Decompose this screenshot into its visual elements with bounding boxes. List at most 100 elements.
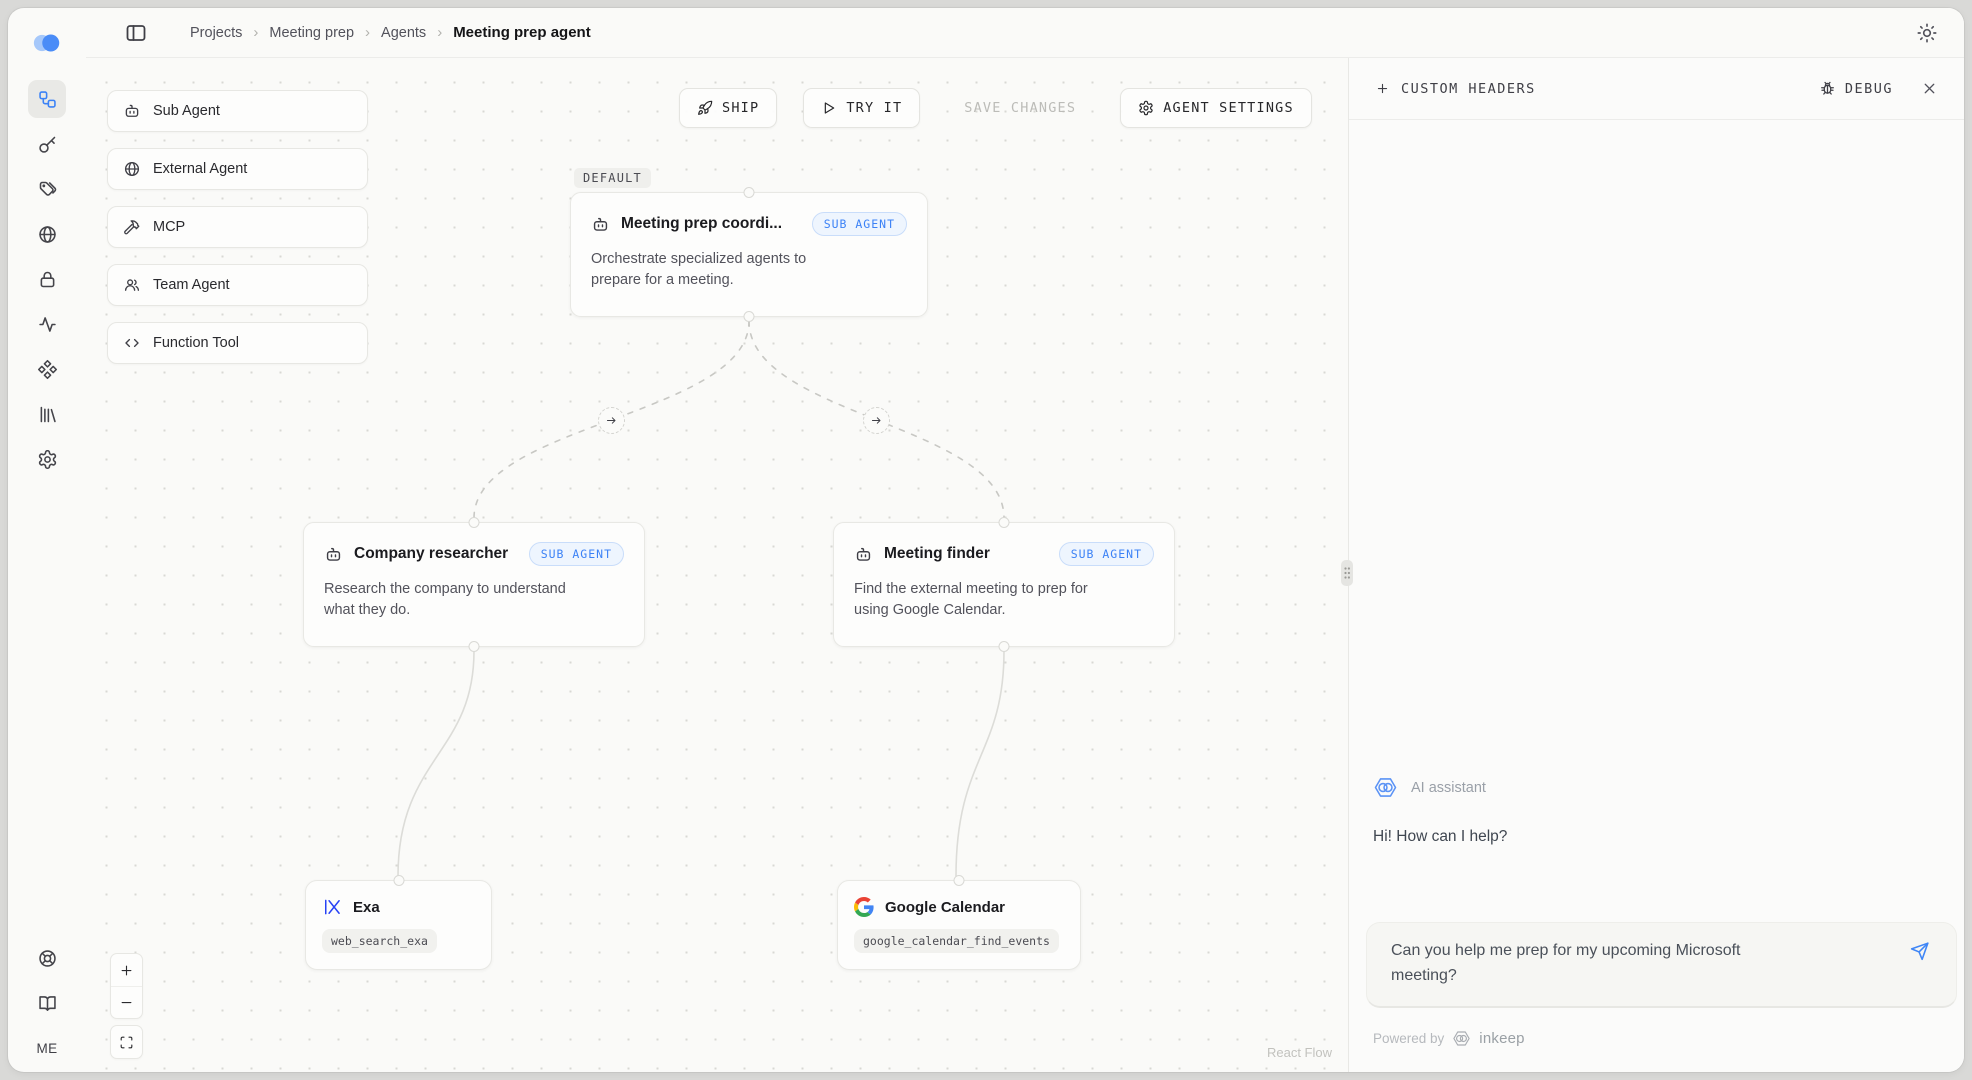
sun-icon	[1916, 22, 1938, 44]
sidebar-item-tags[interactable]	[28, 170, 66, 208]
palette-item-label: MCP	[153, 219, 185, 235]
node-handle[interactable]	[393, 875, 404, 886]
assistant-identity: AI assistant	[1373, 775, 1486, 800]
gear-icon	[1138, 100, 1154, 116]
sidebar-item-docs[interactable]	[28, 984, 66, 1022]
node-handle[interactable]	[469, 641, 480, 652]
send-message-button[interactable]	[1909, 941, 1930, 962]
try-it-button-label: TRY IT	[846, 100, 902, 116]
plus-icon	[1375, 81, 1390, 96]
breadcrumb-meeting-prep[interactable]: Meeting prep	[269, 25, 354, 41]
palette-item-sub-agent[interactable]: Sub Agent	[107, 90, 368, 132]
panel-left-icon	[124, 21, 148, 45]
try-it-button[interactable]: TRY IT	[803, 88, 920, 128]
ship-button[interactable]: SHIP	[679, 88, 777, 128]
sidebar-item-settings[interactable]	[28, 440, 66, 478]
panel-left-toggle[interactable]	[124, 21, 148, 45]
ship-button-label: SHIP	[722, 100, 759, 116]
palette-item-label: External Agent	[153, 161, 247, 177]
sidebar-item-graph[interactable]	[28, 80, 66, 118]
node-palette: Sub Agent External Agent MCP Team Agent	[107, 90, 368, 364]
react-flow-attribution[interactable]: React Flow	[1267, 1045, 1332, 1060]
agent-settings-button[interactable]: AGENT SETTINGS	[1120, 88, 1312, 128]
chat-area: AI assistant Hi! How can I help? Can you…	[1349, 120, 1964, 1072]
palette-item-team-agent[interactable]: Team Agent	[107, 264, 368, 306]
node-handle[interactable]	[999, 641, 1010, 652]
node-title: Company researcher	[354, 545, 518, 563]
agent-settings-button-label: AGENT SETTINGS	[1163, 100, 1294, 116]
node-tool-google-calendar[interactable]: Google Calendar google_calendar_find_eve…	[837, 880, 1081, 970]
assistant-panel-header: CUSTOM HEADERS DEBUG	[1349, 58, 1964, 120]
node-handle[interactable]	[469, 517, 480, 528]
bot-icon	[123, 102, 141, 120]
book-open-icon	[37, 993, 58, 1014]
debug-label: DEBUG	[1845, 81, 1893, 97]
node-handle[interactable]	[744, 187, 755, 198]
close-panel-button[interactable]	[1921, 80, 1938, 97]
bug-icon	[1819, 80, 1836, 97]
zoom-in-button[interactable]	[111, 954, 142, 986]
default-agent-tag: DEFAULT	[574, 168, 651, 188]
minus-icon	[119, 995, 134, 1010]
node-title: Meeting prep coordi...	[621, 215, 801, 233]
sidebar-item-library[interactable]	[28, 395, 66, 433]
debug-button[interactable]: DEBUG	[1819, 80, 1893, 97]
sidebar-item-help[interactable]	[28, 939, 66, 977]
component-icon	[37, 359, 58, 380]
sidebar-item-activity[interactable]	[28, 305, 66, 343]
node-handle[interactable]	[954, 875, 965, 886]
plus-icon	[119, 963, 134, 978]
node-description: Research the company to understand what …	[324, 579, 588, 621]
node-handle[interactable]	[999, 517, 1010, 528]
flow-canvas[interactable]: Sub Agent External Agent MCP Team Agent	[86, 58, 1348, 1072]
palette-item-external-agent[interactable]: External Agent	[107, 148, 368, 190]
breadcrumb-current-page: Meeting prep agent	[453, 24, 591, 41]
breadcrumb-separator: ›	[253, 24, 258, 41]
bot-icon	[324, 545, 343, 564]
powered-by-label: Powered by	[1373, 1031, 1444, 1046]
custom-headers-label: CUSTOM HEADERS	[1401, 81, 1536, 97]
inkeep-logo-icon	[1452, 1029, 1471, 1048]
chat-input-text[interactable]: Can you help me prep for my upcoming Mic…	[1391, 939, 1801, 989]
fit-view-icon	[119, 1035, 134, 1050]
node-company-researcher[interactable]: Company researcher SUB AGENT Research th…	[303, 522, 645, 647]
theme-toggle-button[interactable]	[1916, 22, 1938, 44]
google-logo	[854, 897, 874, 917]
hammer-icon	[123, 218, 141, 236]
fit-view-button[interactable]	[111, 1026, 142, 1058]
exa-logo	[322, 897, 342, 917]
sidebar-item-keys[interactable]	[28, 125, 66, 163]
node-meeting-finder[interactable]: Meeting finder SUB AGENT Find the extern…	[833, 522, 1175, 647]
sidebar-item-external[interactable]	[28, 215, 66, 253]
node-tool-exa[interactable]: Exa web_search_exa	[305, 880, 492, 970]
main-area: Projects › Meeting prep › Agents › Meeti…	[86, 8, 1964, 1072]
assistant-panel: CUSTOM HEADERS DEBUG	[1348, 58, 1964, 1072]
sub-agent-badge: SUB AGENT	[529, 542, 624, 566]
node-handle[interactable]	[744, 311, 755, 322]
custom-headers-button[interactable]: CUSTOM HEADERS	[1375, 81, 1536, 97]
powered-by-footer[interactable]: Powered by inkeep	[1373, 1029, 1525, 1048]
palette-item-function-tool[interactable]: Function Tool	[107, 322, 368, 364]
tool-title: Google Calendar	[885, 899, 1005, 916]
node-meeting-prep-coordinator[interactable]: DEFAULT Meeting prep coordi... SUB AGENT…	[570, 192, 928, 317]
breadcrumb-projects[interactable]: Projects	[190, 25, 242, 41]
agent-builder-window: ME Projects › Meeting prep › Agents › Me…	[8, 8, 1964, 1072]
bot-icon	[854, 545, 873, 564]
save-changes-button-label: SAVE CHANGES	[964, 100, 1076, 116]
play-icon	[821, 100, 837, 116]
save-changes-button[interactable]: SAVE CHANGES	[946, 88, 1094, 128]
panel-resize-handle[interactable]	[1341, 560, 1353, 586]
arrow-right-icon	[605, 414, 618, 427]
user-avatar[interactable]: ME	[36, 1041, 57, 1056]
sidebar-item-security[interactable]	[28, 260, 66, 298]
rocket-icon	[697, 100, 713, 116]
bot-icon	[591, 215, 610, 234]
zoom-out-button[interactable]	[111, 986, 142, 1018]
key-icon	[37, 134, 58, 155]
palette-item-mcp[interactable]: MCP	[107, 206, 368, 248]
tool-function-tag: google_calendar_find_events	[854, 929, 1059, 953]
inkeep-logo[interactable]	[32, 28, 62, 54]
chat-message-input[interactable]: Can you help me prep for my upcoming Mic…	[1366, 922, 1957, 1008]
sidebar-item-components[interactable]	[28, 350, 66, 388]
breadcrumb-agents[interactable]: Agents	[381, 25, 426, 41]
